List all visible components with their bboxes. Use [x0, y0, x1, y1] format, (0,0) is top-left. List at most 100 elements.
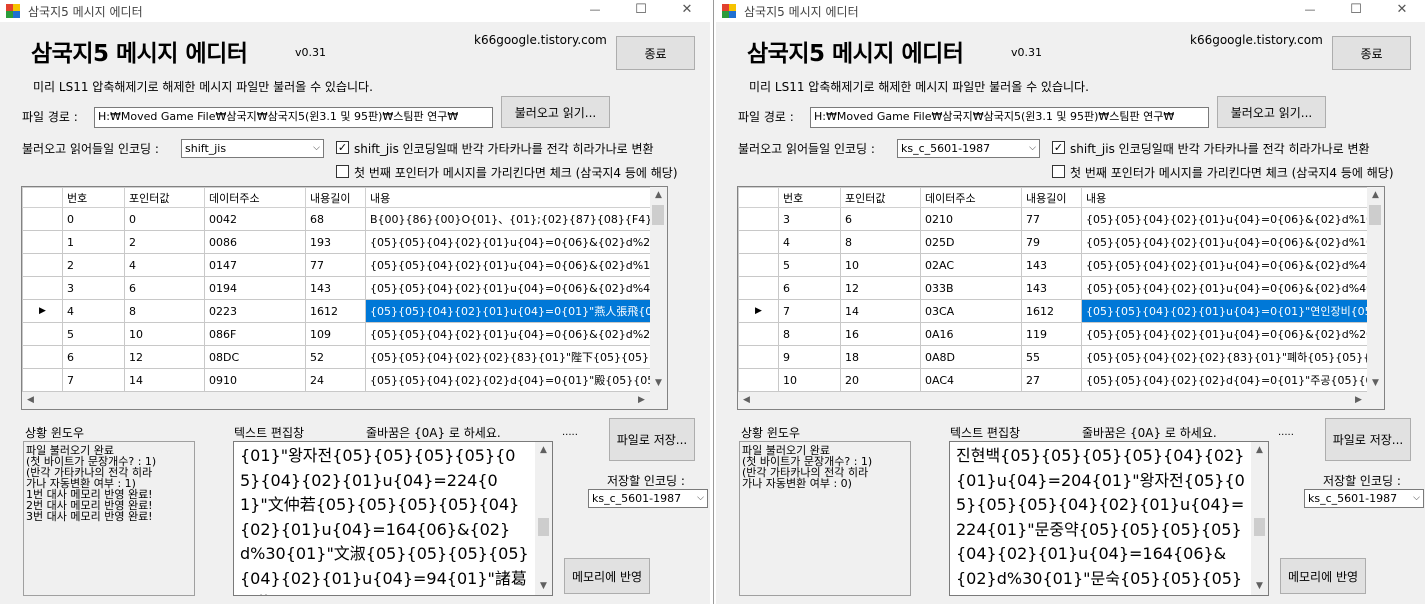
cell-ptr[interactable]: 20	[840, 368, 921, 392]
cell-addr[interactable]: 086F	[204, 322, 306, 346]
scroll-thumb[interactable]	[1254, 518, 1265, 536]
scroll-up-arrow-icon[interactable]: ▲	[535, 442, 552, 459]
cell-len[interactable]: 52	[305, 345, 366, 369]
cell-content[interactable]: {05}{05}{04}{02}{01}u{04}=0{06}&{02}d%10…	[1081, 207, 1372, 231]
cell-addr[interactable]: 0086	[204, 230, 306, 254]
scroll-thumb[interactable]	[538, 518, 549, 536]
cell-ptr[interactable]: 12	[840, 276, 921, 300]
cell-ptr[interactable]: 6	[840, 207, 921, 231]
encoding-select[interactable]: shift_jis ⌵	[181, 139, 324, 158]
scroll-down-arrow-icon[interactable]: ▼	[1367, 375, 1384, 392]
cell-len[interactable]: 77	[305, 253, 366, 277]
table-row[interactable]: 6 12 033B 143 {05}{05}{04}{02}{01}u{04}=0{06…	[738, 276, 1372, 300]
cell-ptr[interactable]: 18	[840, 345, 921, 369]
row-header[interactable]	[738, 253, 779, 277]
row-header[interactable]	[22, 368, 63, 392]
row-header[interactable]: ▶	[738, 299, 779, 323]
row-header[interactable]	[738, 207, 779, 231]
cell-no[interactable]: 6	[778, 276, 841, 300]
apply-memory-button[interactable]: 메모리에 반영	[1280, 558, 1366, 594]
table-row[interactable]: 5 10 02AC 143 {05}{05}{04}{02}{01}u{04}=0{06…	[738, 253, 1372, 277]
cell-no[interactable]: 5	[778, 253, 841, 277]
load-button[interactable]: 불러오고 읽기...	[1217, 96, 1326, 128]
apply-memory-button[interactable]: 메모리에 반영	[564, 558, 650, 594]
cell-ptr[interactable]: 8	[124, 299, 205, 323]
cell-len[interactable]: 1612	[305, 299, 366, 323]
table-row[interactable]: 8 16 0A16 119 {05}{05}{04}{02}{01}u{04}=0{06…	[738, 322, 1372, 346]
cell-no[interactable]: 2	[62, 253, 125, 277]
cell-no[interactable]: 8	[778, 322, 841, 346]
table-row[interactable]: 4 8 025D 79 {05}{05}{04}{02}{01}u{04}=0{06}&…	[738, 230, 1372, 254]
cell-ptr[interactable]: 6	[124, 276, 205, 300]
grid-horizontal-scrollbar[interactable]: ◀ ▶	[22, 392, 650, 409]
scroll-down-arrow-icon[interactable]: ▼	[1251, 578, 1268, 595]
cell-ptr[interactable]: 16	[840, 322, 921, 346]
cell-addr[interactable]: 03CA	[920, 299, 1022, 323]
cell-content[interactable]: {05}{05}{04}{02}{01}u{04}=0{01}"燕人張飛{05}…	[365, 299, 656, 323]
cell-len[interactable]: 27	[1021, 368, 1082, 392]
kana-convert-checkbox[interactable]: ✓	[1052, 141, 1065, 154]
cell-content[interactable]: {05}{05}{04}{02}{01}u{04}=0{06}&{02}d%40…	[1081, 253, 1372, 277]
scroll-right-arrow-icon[interactable]: ▶	[1350, 392, 1367, 409]
editor-scrollbar[interactable]: ▲ ▼	[535, 442, 552, 595]
cell-content[interactable]: {05}{05}{04}{02}{01}u{04}=0{06}&{02}d%40…	[365, 276, 656, 300]
save-encoding-select[interactable]: ks_c_5601-1987 ⌵	[588, 489, 708, 508]
cell-no[interactable]: 5	[62, 322, 125, 346]
scroll-right-arrow-icon[interactable]: ▶	[633, 392, 650, 409]
scroll-left-arrow-icon[interactable]: ◀	[738, 392, 755, 409]
table-row[interactable]: 3 6 0210 77 {05}{05}{04}{02}{01}u{04}=0{06}&…	[738, 207, 1372, 231]
cell-len[interactable]: 119	[1021, 322, 1082, 346]
column-header[interactable]: 번호	[778, 187, 841, 208]
cell-addr[interactable]: 02AC	[920, 253, 1022, 277]
row-header[interactable]: ▶	[22, 299, 63, 323]
table-row[interactable]: 9 18 0A8D 55 {05}{05}{04}{02}{02}{83}{01}"폐하…	[738, 345, 1372, 369]
save-encoding-select[interactable]: ks_c_5601-1987 ⌵	[1304, 489, 1424, 508]
cell-addr[interactable]: 0AC4	[920, 368, 1022, 392]
scroll-thumb[interactable]	[1369, 205, 1381, 225]
cell-content[interactable]: B{00}{86}{00}O{01}、{01};{02}{87}{08}{F4}…	[365, 207, 656, 231]
cell-addr[interactable]: 025D	[920, 230, 1022, 254]
cell-ptr[interactable]: 14	[124, 368, 205, 392]
exit-button[interactable]: 종료	[616, 36, 695, 70]
cell-ptr[interactable]: 10	[124, 322, 205, 346]
load-button[interactable]: 불러오고 읽기...	[501, 96, 610, 128]
first-pointer-checkbox[interactable]	[1052, 165, 1065, 178]
table-row[interactable]: 0 0 0042 68 B{00}{86}{00}O{01}、{01};{02}{87}…	[22, 207, 656, 231]
column-header[interactable]: 포인터값	[840, 187, 921, 208]
cell-ptr[interactable]: 14	[840, 299, 921, 323]
cell-len[interactable]: 143	[1021, 276, 1082, 300]
cell-ptr[interactable]: 4	[124, 253, 205, 277]
cell-len[interactable]: 193	[305, 230, 366, 254]
table-row[interactable]: 3 6 0194 143 {05}{05}{04}{02}{01}u{04}=0{06}…	[22, 276, 656, 300]
cell-content[interactable]: {05}{05}{04}{02}{01}u{04}=0{06}&{02}d%10…	[1081, 230, 1372, 254]
scroll-left-arrow-icon[interactable]: ◀	[22, 392, 39, 409]
cell-content[interactable]: {05}{05}{04}{02}{01}u{04}=0{06}&{02}d%20…	[365, 322, 656, 346]
cell-no[interactable]: 7	[778, 299, 841, 323]
message-grid[interactable]: 번호 포인터값 데이터주소 내용길이 내용 0 0 0042 68 B{00}{86}{00}O{…	[21, 186, 668, 410]
table-row[interactable]: ▶ 4 8 0223 1612 {05}{05}{04}{02}{01}u{04}=0{0…	[22, 299, 656, 323]
row-header[interactable]	[22, 276, 63, 300]
path-input[interactable]: H:₩Moved Game File₩삼국지₩삼국지5(윈3.1 및 95판)₩…	[94, 107, 493, 128]
column-header[interactable]: 내용	[1081, 187, 1372, 208]
row-header[interactable]	[738, 230, 779, 254]
cell-addr[interactable]: 033B	[920, 276, 1022, 300]
row-header[interactable]	[22, 322, 63, 346]
cell-no[interactable]: 3	[778, 207, 841, 231]
cell-addr[interactable]: 0147	[204, 253, 306, 277]
row-header[interactable]	[738, 368, 779, 392]
cell-addr[interactable]: 0042	[204, 207, 306, 231]
text-editor[interactable]: {01}"왕자전{05}{05}{05}{05}{05}{04}{02}{01}…	[233, 441, 553, 596]
cell-content[interactable]: {05}{05}{04}{02}{02}d{04}=0{01}"주공{05}{0…	[1081, 368, 1372, 392]
table-row[interactable]: 5 10 086F 109 {05}{05}{04}{02}{01}u{04}=0{06…	[22, 322, 656, 346]
column-header[interactable]: 내용길이	[305, 187, 366, 208]
scroll-up-arrow-icon[interactable]: ▲	[1367, 187, 1384, 204]
message-grid[interactable]: 번호 포인터값 데이터주소 내용길이 내용 3 6 0210 77 {05}{05}{04}{02…	[737, 186, 1385, 410]
close-icon[interactable]: ✕	[664, 0, 710, 22]
cell-no[interactable]: 0	[62, 207, 125, 231]
maximize-icon[interactable]: ☐	[1333, 0, 1379, 22]
row-header[interactable]	[22, 345, 63, 369]
maximize-icon[interactable]: ☐	[618, 0, 664, 22]
cell-len[interactable]: 143	[1021, 253, 1082, 277]
editor-text[interactable]: 진현백{05}{05}{05}{05}{04}{02}{01}u{04}=204…	[956, 444, 1246, 595]
editor-scrollbar[interactable]: ▲ ▼	[1251, 442, 1268, 595]
